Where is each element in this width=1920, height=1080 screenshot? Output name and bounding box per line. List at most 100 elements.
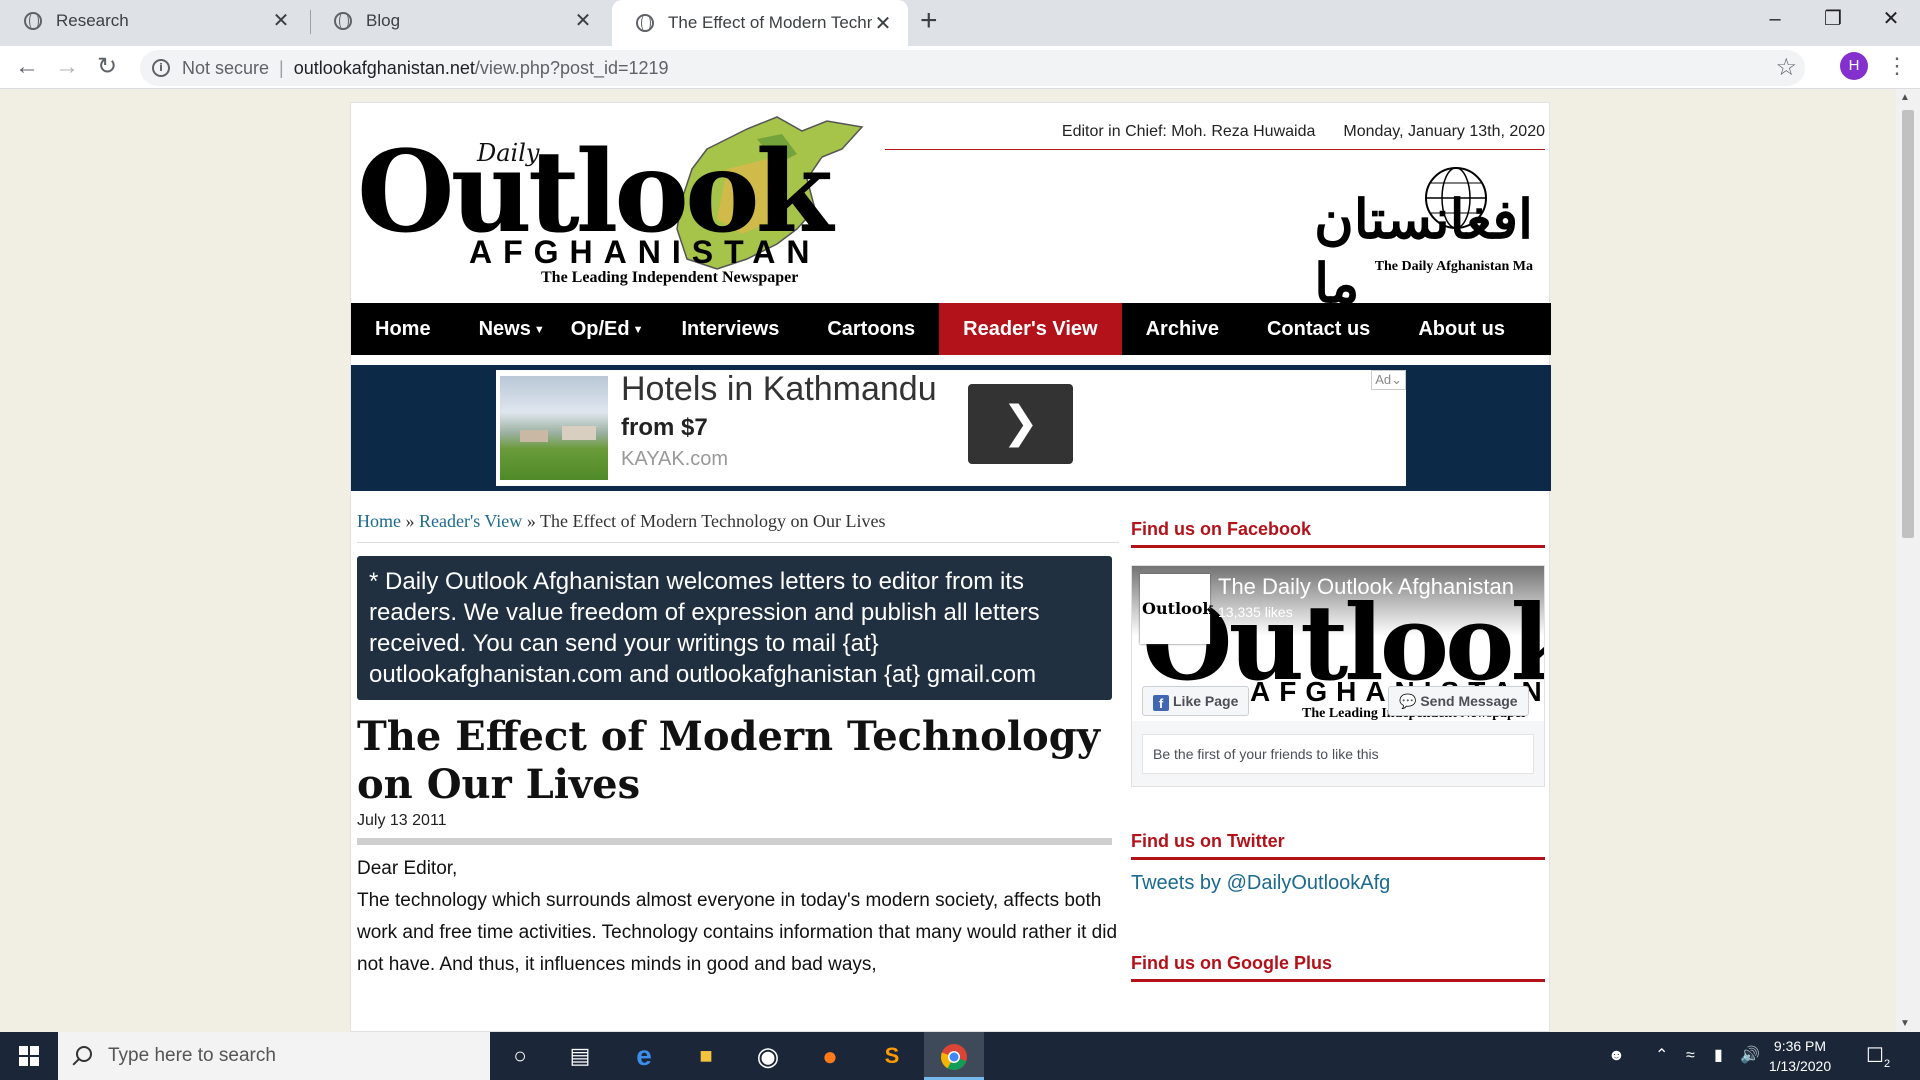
ad-choices-badge[interactable]: Ad⌄ [1371,370,1406,390]
file-explorer-icon[interactable]: ■ [676,1032,736,1080]
hotel-ad[interactable]: Hotels in Kathmandu from $7 KAYAK.com ❯ … [496,370,1406,486]
tab-title: The Effect of Modern Technology [668,13,872,32]
media-player-icon[interactable]: ◉ [738,1032,798,1080]
edge-browser-icon[interactable]: e [614,1032,674,1080]
ad-price: from $7 [621,414,708,441]
browser-toolbar: ← → ↻ i Not secure | outlookafghanistan.… [0,46,1920,89]
ad-image-detail [562,426,596,440]
article-date: July 13 2011 [357,812,447,829]
facebook-widget: Find us on Facebook Outlook AFGHANISTAN … [1131,519,1545,799]
afghanistan-ma-logo[interactable]: افغانستان ما The Daily Afghanistan Ma [1314,163,1541,315]
dari-logo-subtitle: The Daily Afghanistan Ma [1374,259,1533,274]
sublime-text-icon[interactable]: S [862,1032,922,1080]
window-close-button[interactable]: ✕ [1862,0,1920,40]
taskbar-search-box[interactable]: Type here to search [58,1032,490,1080]
facebook-page-avatar[interactable]: Outlook [1140,574,1213,644]
breadcrumb-section-link[interactable]: Reader's View [419,511,522,531]
facebook-heading: Find us on Facebook [1131,519,1545,548]
send-message-button[interactable]: 💬 Send Message [1388,686,1529,716]
tab-active-article[interactable]: The Effect of Modern Technology ✕ [612,0,908,46]
scrollbar-thumb[interactable] [1902,110,1914,538]
letters-notice: * Daily Outlook Afghanistan welcomes let… [357,556,1112,700]
start-button[interactable] [0,1032,58,1080]
notification-count: 2 [1883,1058,1891,1070]
profile-avatar[interactable]: H [1840,52,1868,80]
forward-arrow-icon[interactable]: → [52,52,82,82]
notification-center-icon[interactable]: ☐2 [1866,1032,1890,1080]
tab-title: Blog [366,10,401,30]
url-divider: | [279,57,284,78]
ad-title[interactable]: Hotels in Kathmandu [621,370,937,409]
facebook-page-name[interactable]: The Daily Outlook Afghanistan [1218,574,1533,600]
like-page-label: Like Page [1173,693,1239,709]
browser-tab-strip: Research ✕ Blog ✕ The Effect of Modern T… [0,0,1920,46]
nav-oped[interactable]: Op/Ed ▼ [569,303,658,355]
clock-date: 1/13/2020 [1768,1058,1832,1074]
nav-contact[interactable]: Contact us [1243,303,1394,355]
send-message-label: Send Message [1420,693,1518,709]
info-icon[interactable]: i [152,59,170,77]
breadcrumb-current: The Effect of Modern Technology on Our L… [540,511,886,531]
bookmark-star-icon[interactable]: ☆ [1775,53,1797,82]
facebook-likes-count: 13,335 likes [1218,604,1293,620]
close-icon[interactable]: ✕ [270,8,292,33]
reload-icon[interactable]: ↻ [92,52,122,82]
breadcrumb-separator: » [526,511,536,531]
chevron-up-icon[interactable]: ⌃ [1655,1032,1668,1080]
cortana-icon[interactable]: ○ [490,1032,550,1080]
site-header: Daily Outlook AFGHANISTAN The Leading In… [351,103,1551,315]
globe-icon [334,11,352,30]
tab-blog[interactable]: Blog ✕ [310,0,608,41]
clock-time: 9:36 PM [1773,1038,1827,1054]
battery-icon[interactable]: ▮ [1714,1032,1723,1080]
nav-cartoons[interactable]: Cartoons [803,303,939,355]
twitter-heading: Find us on Twitter [1131,831,1545,860]
wifi-icon[interactable]: ≈ [1686,1032,1695,1080]
close-icon[interactable]: ✕ [572,8,594,33]
breadcrumb-home-link[interactable]: Home [357,511,401,531]
back-arrow-icon[interactable]: ← [12,52,42,82]
firefox-icon[interactable]: ● [800,1032,860,1080]
system-clock[interactable]: 9:36 PM 1/13/2020 [1760,1036,1840,1076]
browser-menu-icon[interactable]: ⋮ [1886,54,1908,78]
nav-news[interactable]: News ▼ [455,303,569,355]
search-icon [76,1046,92,1062]
minimize-button[interactable]: – [1746,0,1804,40]
url-host: outlookafghanistan.net [293,57,475,78]
address-bar[interactable]: i Not secure | outlookafghanistan.net/vi… [140,50,1805,86]
tab-title: Research [56,10,129,30]
chrome-icon[interactable] [924,1032,984,1080]
ad-badge-label: Ad [1375,372,1392,387]
like-page-button[interactable]: f Like Page [1142,686,1250,716]
task-view-icon[interactable]: ▤ [550,1032,610,1080]
ad-image[interactable] [500,376,608,480]
nav-interviews[interactable]: Interviews [658,303,804,355]
twitter-timeline-link[interactable]: Tweets by @DailyOutlookAfg [1131,872,1545,895]
editor-in-chief: Editor in Chief: Moh. Reza Huwaida [1061,123,1316,140]
windows-logo-icon [19,1046,39,1066]
people-icon[interactable]: ☻ [1608,1032,1625,1080]
google-plus-heading: Find us on Google Plus [1131,953,1545,982]
nav-home[interactable]: Home [351,303,455,355]
nav-archive[interactable]: Archive [1122,303,1243,355]
search-placeholder: Type here to search [108,1045,276,1066]
new-tab-button[interactable]: + [920,6,938,36]
masthead-info: Editor in Chief: Moh. Reza Huwaida Monday… [885,123,1545,150]
current-date: Monday, January 13th, 2020 [1343,123,1545,140]
nav-about[interactable]: About us [1394,303,1529,355]
nav-readers-view[interactable]: Reader's View [939,303,1122,355]
scroll-down-arrow-icon[interactable]: ▼ [1900,1018,1910,1029]
volume-icon[interactable]: 🔊 [1740,1032,1760,1080]
tab-research[interactable]: Research ✕ [0,0,306,41]
restore-button[interactable]: ❐ [1804,0,1862,40]
scroll-up-arrow-icon[interactable]: ▲ [1900,92,1910,103]
ad-site: KAYAK.com [621,448,729,470]
facebook-friends-note: Be the first of your friends to like thi… [1142,734,1534,774]
outlook-logo[interactable]: Daily Outlook AFGHANISTAN The Leading In… [357,109,864,294]
facebook-page-plugin[interactable]: Outlook AFGHANISTAN The Leading Independ… [1131,565,1545,787]
chevron-right-icon[interactable]: ❯ [968,384,1073,464]
close-icon[interactable]: ✕ [872,11,894,36]
article-body: Dear Editor, The technology which surrou… [357,853,1119,981]
globe-icon [24,11,42,30]
facebook-cover-image[interactable]: Outlook AFGHANISTAN The Leading Independ… [1132,566,1544,721]
